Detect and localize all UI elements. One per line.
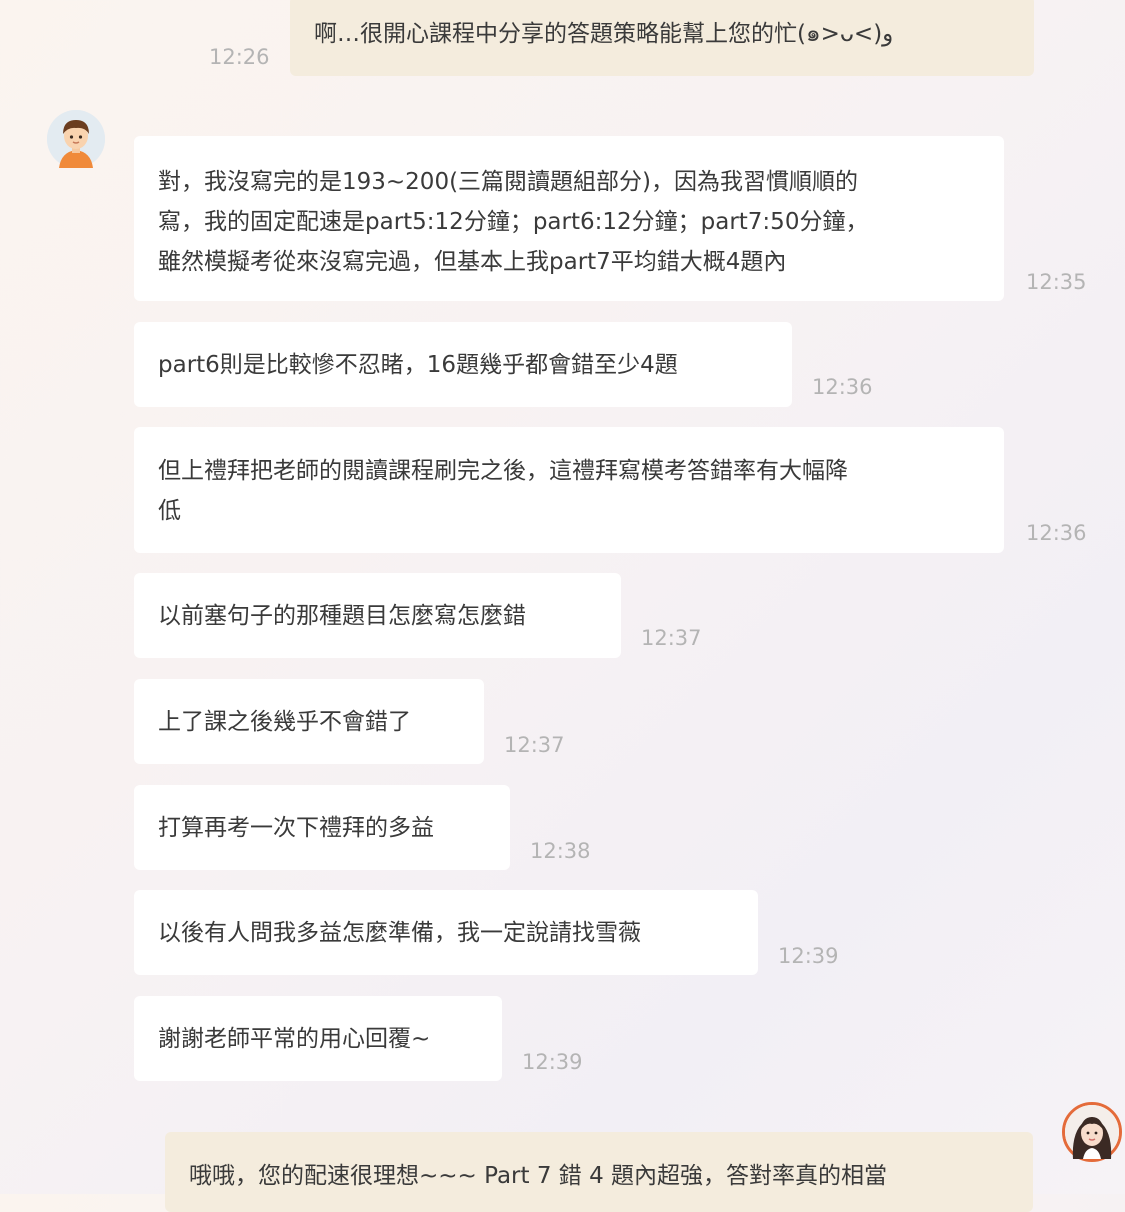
- message-timestamp: 12:39: [778, 944, 839, 968]
- message-bubble-outgoing[interactable]: 哦哦，您的配速很理想~~~ Part 7 錯 4 題內超強，答對率真的相當: [165, 1132, 1033, 1212]
- boy-avatar-icon[interactable]: [47, 110, 105, 168]
- message-bubble-incoming[interactable]: 以前塞句子的那種題目怎麼寫怎麼錯: [134, 573, 621, 658]
- message-bubble-incoming[interactable]: part6則是比較慘不忍睹，16題幾乎都會錯至少4題: [134, 322, 792, 407]
- message-timestamp: 12:39: [522, 1050, 583, 1074]
- message-timestamp: 12:37: [641, 626, 702, 650]
- message-timestamp: 12:38: [530, 839, 591, 863]
- chat-conversation: 啊…很開心課程中分享的答題策略能幫上您的忙(๑>ᴗ<)و 12:26 對，我沒寫…: [0, 0, 1125, 1212]
- message-bubble-incoming[interactable]: 對，我沒寫完的是193~200(三篇閱讀題組部分)，因為我習慣順順的 寫，我的固…: [134, 136, 1004, 301]
- message-timestamp: 12:36: [812, 375, 873, 399]
- message-timestamp: 12:35: [1026, 270, 1087, 294]
- message-timestamp: 12:36: [1026, 521, 1087, 545]
- message-timestamp: 12:26: [209, 45, 270, 69]
- message-bubble-outgoing[interactable]: 啊…很開心課程中分享的答題策略能幫上您的忙(๑>ᴗ<)و: [290, 0, 1034, 76]
- message-bubble-incoming[interactable]: 以後有人問我多益怎麼準備，我一定說請找雪薇: [134, 890, 758, 975]
- girl-avatar-icon[interactable]: [1062, 1102, 1122, 1162]
- message-timestamp: 12:37: [504, 733, 565, 757]
- message-bubble-incoming[interactable]: 上了課之後幾乎不會錯了: [134, 679, 484, 764]
- message-bubble-incoming[interactable]: 但上禮拜把老師的閱讀課程刷完之後，這禮拜寫模考答錯率有大幅降 低: [134, 427, 1004, 553]
- message-bubble-incoming[interactable]: 打算再考一次下禮拜的多益: [134, 785, 510, 870]
- message-bubble-incoming[interactable]: 謝謝老師平常的用心回覆~: [134, 996, 502, 1081]
